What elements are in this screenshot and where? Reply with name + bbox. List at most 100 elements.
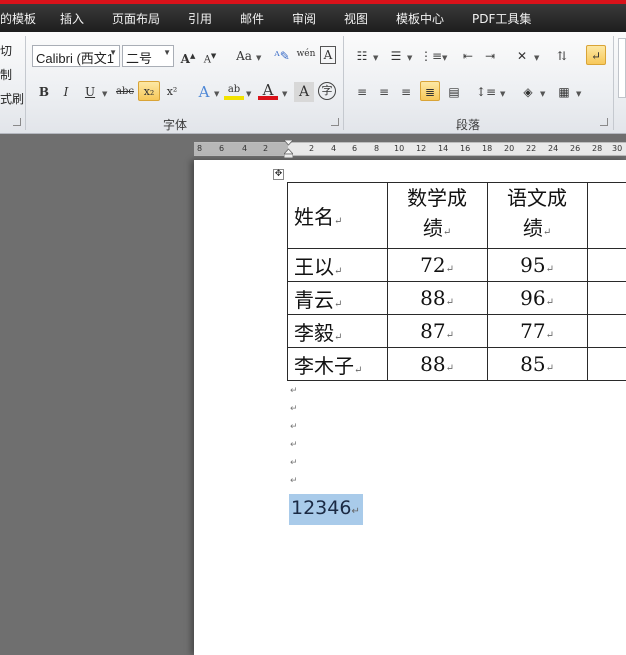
- table-cell[interactable]: 87↵: [386, 314, 488, 348]
- cut-button[interactable]: 切: [0, 42, 12, 59]
- chevron-down-icon[interactable]: ▼: [102, 90, 107, 98]
- table-cell[interactable]: 85↵: [486, 347, 588, 381]
- chevron-down-icon[interactable]: ▼: [246, 90, 251, 98]
- table-cell[interactable]: 95↵: [486, 248, 588, 282]
- sort-button[interactable]: ⇅: [552, 46, 572, 66]
- font-name-combo[interactable]: Calibri (西文1 ▼: [32, 45, 120, 67]
- line-spacing-button[interactable]: ↕≡: [476, 82, 496, 102]
- chevron-down-icon[interactable]: ▼: [500, 90, 505, 98]
- clear-format-button[interactable]: ᴬ✎: [272, 46, 292, 66]
- table-cell[interactable]: 语文成 绩↵: [486, 182, 588, 249]
- selected-text[interactable]: 12346↵: [289, 494, 363, 525]
- distributed-button[interactable]: ▤: [444, 82, 464, 102]
- table-cell[interactable]: [586, 347, 626, 381]
- tab-pdf-tools[interactable]: PDF工具集: [472, 10, 531, 27]
- borders-button[interactable]: ▦: [554, 82, 574, 102]
- table-row: 李木子↵ 88↵ 85↵: [287, 347, 626, 381]
- subscript-button[interactable]: x₂: [138, 81, 160, 101]
- multilevel-list-button[interactable]: ⋮≡: [420, 46, 442, 66]
- underline-button[interactable]: U: [80, 82, 100, 102]
- cell-text: 青云: [294, 287, 334, 312]
- styles-gallery-edge[interactable]: [618, 38, 626, 98]
- bold-button[interactable]: B: [34, 82, 54, 102]
- ruler-tick: 6: [219, 144, 225, 153]
- indent-marker-icon[interactable]: [284, 140, 293, 158]
- align-right-button[interactable]: ≡: [396, 82, 416, 102]
- table-cell[interactable]: [586, 182, 626, 249]
- font-dialog-launcher-icon[interactable]: [331, 118, 339, 126]
- shading-button[interactable]: ◈: [518, 82, 538, 102]
- cell-text: 李毅: [294, 320, 334, 345]
- font-size-combo[interactable]: 二号 ▼: [122, 45, 174, 67]
- tab-template-center[interactable]: 模板中心: [396, 10, 444, 27]
- decrease-indent-button[interactable]: ⇤: [458, 46, 478, 66]
- superscript-icon: x²: [166, 85, 178, 98]
- table-cell[interactable]: 青云↵: [287, 281, 388, 315]
- table-cell[interactable]: 李木子↵: [287, 347, 388, 381]
- table-move-handle-icon[interactable]: ✥: [273, 169, 284, 180]
- highlight-button[interactable]: ab: [224, 80, 244, 100]
- chevron-down-icon[interactable]: ▼: [407, 54, 412, 62]
- table-cell[interactable]: 96↵: [486, 281, 588, 315]
- tab-insert[interactable]: 插入: [60, 10, 84, 27]
- char-shading-button[interactable]: A: [294, 82, 314, 102]
- text-effect-button[interactable]: A: [194, 82, 214, 102]
- enclose-char-button[interactable]: 字: [318, 82, 336, 100]
- chevron-down-icon[interactable]: ▼: [534, 54, 539, 62]
- chevron-down-icon[interactable]: ▼: [256, 54, 261, 62]
- chevron-down-icon[interactable]: ▼: [540, 90, 545, 98]
- tab-view[interactable]: 视图: [344, 10, 368, 27]
- paragraph-mark-icon: ↵: [290, 440, 298, 450]
- document-page[interactable]: ✥ 姓名↵ 数学成 绩↵ 语文成 绩↵ 王以↵ 72↵ 95↵ 青云↵ 88↵ …: [194, 160, 626, 655]
- paragraph-dialog-launcher-icon[interactable]: [600, 118, 608, 126]
- font-color-button[interactable]: A: [258, 80, 278, 100]
- chinese-layout-button[interactable]: ✕: [512, 46, 532, 66]
- increase-indent-button[interactable]: ⇥: [480, 46, 500, 66]
- align-left-icon: ≡: [356, 85, 368, 99]
- phonetic-guide-button[interactable]: wén: [296, 44, 316, 64]
- chevron-down-icon[interactable]: ▼: [576, 90, 581, 98]
- grades-table[interactable]: 姓名↵ 数学成 绩↵ 语文成 绩↵ 王以↵ 72↵ 95↵ 青云↵ 88↵ 96…: [287, 182, 626, 381]
- shrink-font-button[interactable]: A▼: [200, 46, 220, 66]
- clipboard-launcher-icon[interactable]: [13, 118, 21, 126]
- shrink-font-icon: A: [203, 54, 211, 66]
- table-cell[interactable]: [586, 248, 626, 282]
- grow-font-button[interactable]: A▲: [178, 46, 198, 66]
- table-cell[interactable]: 王以↵: [287, 248, 388, 282]
- table-cell[interactable]: [586, 314, 626, 348]
- table-cell[interactable]: 姓名↵: [287, 182, 388, 249]
- justify-button[interactable]: ≣: [420, 81, 440, 101]
- bullets-button[interactable]: ☷: [352, 46, 372, 66]
- highlighter-icon: ab: [227, 84, 241, 95]
- strikethrough-button[interactable]: abc: [114, 82, 136, 102]
- horizontal-ruler[interactable]: 8 6 4 2 2 4 6 8 10 12 14 16 18 20 22 24 …: [194, 140, 626, 158]
- align-left-button[interactable]: ≡: [352, 82, 372, 102]
- change-case-button[interactable]: Aa: [232, 46, 256, 66]
- align-center-button[interactable]: ≡: [374, 82, 394, 102]
- table-cell[interactable]: 88↵: [386, 281, 488, 315]
- table-cell[interactable]: 李毅↵: [287, 314, 388, 348]
- italic-button[interactable]: I: [56, 82, 76, 102]
- superscript-button[interactable]: x²: [162, 82, 182, 102]
- copy-button[interactable]: 制: [0, 66, 12, 83]
- chevron-down-icon[interactable]: ▼: [214, 90, 219, 98]
- table-cell[interactable]: 77↵: [486, 314, 588, 348]
- table-cell[interactable]: 72↵: [386, 248, 488, 282]
- chevron-down-icon[interactable]: ▼: [442, 54, 447, 62]
- line-spacing-icon: ↕≡: [476, 85, 497, 99]
- tab-templates[interactable]: 的模板: [0, 10, 36, 27]
- numbering-button[interactable]: ☰: [386, 46, 406, 66]
- ruler-tick: 30: [612, 144, 623, 153]
- table-cell[interactable]: 88↵: [386, 347, 488, 381]
- tab-mailings[interactable]: 邮件: [240, 10, 264, 27]
- tab-review[interactable]: 审阅: [292, 10, 316, 27]
- table-cell[interactable]: [586, 281, 626, 315]
- table-cell[interactable]: 数学成 绩↵: [386, 182, 488, 249]
- show-marks-button[interactable]: ↵: [586, 45, 606, 65]
- tab-page-layout[interactable]: 页面布局: [112, 10, 160, 27]
- chevron-down-icon[interactable]: ▼: [282, 90, 287, 98]
- chevron-down-icon[interactable]: ▼: [373, 54, 378, 62]
- format-painter-button[interactable]: 式刷: [0, 90, 24, 107]
- tab-references[interactable]: 引用: [188, 10, 212, 27]
- char-border-button[interactable]: A: [320, 46, 336, 64]
